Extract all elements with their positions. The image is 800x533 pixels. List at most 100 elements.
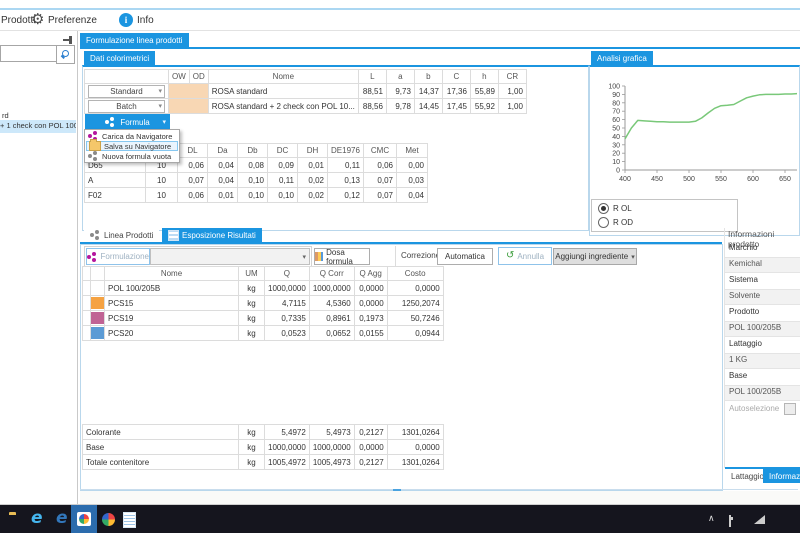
info-icon[interactable]: i xyxy=(119,13,133,27)
table-row[interactable]: F0210 0,060,01 0,100,10 0,020,12 0,070,0… xyxy=(85,188,428,203)
col-nome[interactable]: Nome xyxy=(208,70,358,84)
batch-row[interactable]: Batch▾ ROSA standard + 2 check con POL 1… xyxy=(85,99,527,114)
field-value: POL 100/205B xyxy=(725,321,800,337)
svg-text:60: 60 xyxy=(612,117,620,124)
tab-formulazione-linea-prodotti[interactable]: Formulazione linea prodotti xyxy=(80,33,189,47)
edge-icon[interactable]: e xyxy=(56,510,68,527)
totals-row: Basekg 1000,00001000,0000 0,00000,0000 xyxy=(83,440,444,455)
internet-explorer-icon[interactable]: e xyxy=(31,510,43,527)
formula-icon xyxy=(87,252,98,262)
totals-row: Colorantekg 5,49725,4973 0,21271301,0264 xyxy=(83,425,444,440)
formula-dropdown[interactable]: Formula ▾ xyxy=(85,114,170,130)
col-qagg[interactable]: Q Agg xyxy=(354,267,387,281)
col-de1976[interactable]: DE1976 xyxy=(328,144,364,158)
chevron-down-icon: ▾ xyxy=(158,87,162,95)
table-row[interactable]: PCS15kg 4,71154,5360 0,00001250,2074 xyxy=(83,296,444,311)
gear-icon[interactable]: ⚙ xyxy=(31,12,44,27)
standard-dropdown[interactable]: Standard▾ xyxy=(88,85,165,98)
batch-l: 88,56 xyxy=(358,99,386,114)
svg-text:30: 30 xyxy=(612,142,620,149)
radio-label: R OD xyxy=(613,218,633,227)
tree-item[interactable]: rd xyxy=(2,111,76,120)
col-db[interactable]: Db xyxy=(238,144,268,158)
undo-icon: ↺ xyxy=(506,251,514,261)
table-row[interactable]: PCS20kg 0,05230,0652 0,01550,0944 xyxy=(83,326,444,341)
col-um[interactable]: UM xyxy=(239,267,265,281)
dose-icon xyxy=(315,252,323,261)
search-icon xyxy=(61,50,70,59)
automatica-button[interactable]: Automatica xyxy=(437,248,493,265)
col-c[interactable]: C xyxy=(442,70,470,84)
col-od[interactable]: OD xyxy=(189,70,208,84)
table-row[interactable]: PCS19kg 0,73350,8961 0,197350,7246 xyxy=(83,311,444,326)
radio-r-ol[interactable]: R OL xyxy=(598,203,737,214)
document-app-icon[interactable] xyxy=(123,512,136,528)
network-icon[interactable] xyxy=(754,515,765,524)
field-value: POL 100/205B xyxy=(725,385,800,401)
col-dh[interactable]: DH xyxy=(298,144,328,158)
tree-item-selected[interactable]: + 1 check con POL 100/205B xyxy=(0,120,76,133)
menu-item-salva[interactable]: Salva su Navigatore xyxy=(86,141,178,151)
tab-dati-colorimetrici[interactable]: Dati colorimetrici xyxy=(84,51,155,65)
standard-l: 88,51 xyxy=(358,84,386,99)
table-row[interactable]: POL 100/205Bkg 1000,00001000,0000 0,0000… xyxy=(83,281,444,296)
active-app-button[interactable] xyxy=(71,505,97,533)
formulazione-button[interactable]: Formulazione xyxy=(86,248,150,265)
info-button[interactable]: Info xyxy=(137,15,154,26)
col-met[interactable]: Met xyxy=(397,144,428,158)
chevron-down-icon: ▾ xyxy=(158,102,162,110)
scroll-indicator[interactable] xyxy=(393,489,401,491)
standard-a: 9,73 xyxy=(386,84,414,99)
tab-esposizione-risultati[interactable]: Esposizione Risultati xyxy=(162,228,262,242)
col-costo[interactable]: Costo xyxy=(387,267,443,281)
batch-dropdown[interactable]: Batch▾ xyxy=(88,100,165,113)
field-label: Sistema xyxy=(729,275,795,284)
field-value: 1 KG xyxy=(725,353,800,369)
col-qcorr[interactable]: Q Corr xyxy=(309,267,354,281)
col-q[interactable]: Q xyxy=(265,267,310,281)
window-bottom-border xyxy=(80,489,798,490)
aggiungi-ingrediente-dropdown[interactable]: Aggiungi ingrediente▾ xyxy=(553,248,637,265)
pin-icon[interactable] xyxy=(63,35,73,45)
col-b[interactable]: b xyxy=(414,70,442,84)
search-input[interactable] xyxy=(0,45,59,62)
dosa-formula-button[interactable]: Dosa formula xyxy=(314,248,370,265)
standard-h: 55,89 xyxy=(470,84,498,99)
tab-linea-prodotti[interactable]: Linea Prodotti xyxy=(84,228,159,242)
radio-r-od[interactable]: R OD xyxy=(598,217,737,228)
tray-chevron-up-icon[interactable]: ∧ xyxy=(708,514,715,523)
table-row[interactable]: A10 0,070,04 0,100,11 0,020,13 0,070,03 xyxy=(85,173,428,188)
col-a[interactable]: a xyxy=(386,70,414,84)
radio-label: R OL xyxy=(613,204,632,213)
color-wheel-app-icon[interactable] xyxy=(102,513,115,526)
batch-h: 55,92 xyxy=(470,99,498,114)
batch-nome: ROSA standard + 2 check con POL 10... xyxy=(208,99,358,114)
col-h[interactable]: h xyxy=(470,70,498,84)
col-selector xyxy=(85,70,169,84)
col-da[interactable]: Da xyxy=(208,144,238,158)
chevron-down-icon: ▾ xyxy=(162,118,166,126)
menu-item-nuova[interactable]: Nuova formula vuota xyxy=(86,151,178,161)
curve-type-box: R OL R OD xyxy=(591,199,738,232)
preferenze-button[interactable]: Preferenze xyxy=(48,15,97,26)
col-dc[interactable]: DC xyxy=(268,144,298,158)
col-ow[interactable]: OW xyxy=(169,70,190,84)
svg-text:400: 400 xyxy=(619,176,631,183)
col-cr[interactable]: CR xyxy=(498,70,526,84)
col-nome[interactable]: Nome xyxy=(105,267,239,281)
menu-item-carica[interactable]: Carica da Navigatore xyxy=(86,131,178,141)
col-cmc[interactable]: CMC xyxy=(364,144,397,158)
svg-text:80: 80 xyxy=(612,100,620,107)
formulation-combobox[interactable]: ▾ xyxy=(150,248,310,265)
col-l[interactable]: L xyxy=(358,70,386,84)
col-dl[interactable]: DL xyxy=(178,144,208,158)
battery-icon[interactable] xyxy=(729,515,731,527)
svg-text:10: 10 xyxy=(612,159,620,166)
standard-swatch xyxy=(169,84,209,99)
standard-row[interactable]: Standard▾ ROSA standard 88,51 9,73 14,37… xyxy=(85,84,527,99)
tab-informazioni-prodotto[interactable]: Informazioni p xyxy=(763,469,800,483)
search-button[interactable] xyxy=(56,45,75,64)
autoselezione-checkbox[interactable] xyxy=(784,403,796,415)
annulla-button[interactable]: ↺Annulla xyxy=(498,247,552,265)
tab-analisi-grafica[interactable]: Analisi grafica xyxy=(591,51,653,65)
